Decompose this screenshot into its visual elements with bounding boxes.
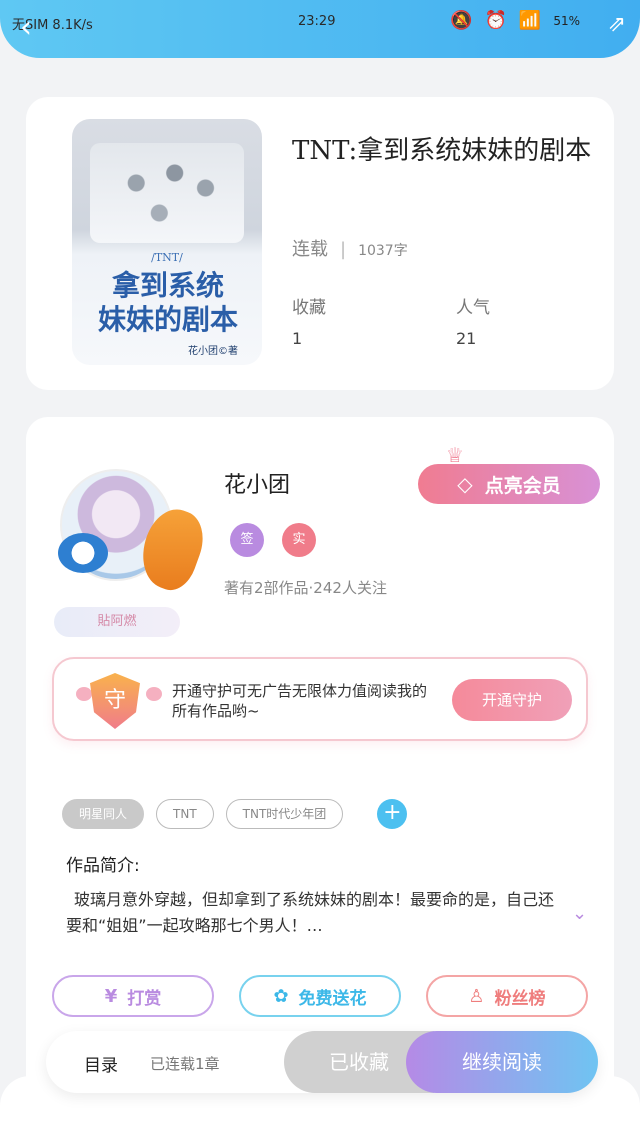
word-count: 1037字 [358,243,408,259]
cover-author: 花小团©著 [188,346,238,357]
tags-row: 明星同人 TNT TNT时代少年团 + [62,799,408,829]
chapter-count: 已连载1章 [150,1055,220,1073]
signed-badge: 签 [230,523,264,557]
open-guard-button[interactable]: 开通守护 [452,679,572,721]
diamond-icon: ◇ [457,472,473,496]
author-card: 貼阿燃 花小团 ♕ ◇ 点亮会员 签 实 著有2部作品·242人关注 守 开通守… [26,417,614,1117]
intro-text: 玻璃月意外穿越，但却拿到了系统妹妹的剧本！最要命的是，自己还要和“姐姐”一起攻略… [66,890,555,935]
collect-label: 收藏 [292,298,326,318]
author-name[interactable]: 花小团 [224,467,290,499]
back-button[interactable]: ‹ [20,10,32,45]
yen-icon: ¥ [104,985,118,1007]
cover-title: 拿到系统 妹妹的剧本 [97,269,238,336]
wifi-icon: 📶 [518,10,542,31]
mute-icon: 🔕 [450,10,473,31]
verified-badge: 实 [282,523,316,557]
tag-chip[interactable]: TNT [156,799,214,829]
clock: 23:29 [298,14,336,29]
book-status: 连载 [292,239,328,260]
status-icons: 🔕 ⏰ 📶 51% [450,10,580,31]
user-icon: ♙ [468,985,485,1007]
collect-value: 1 [292,329,303,348]
author-stats: 著有2部作品·242人关注 [224,579,387,597]
avatar[interactable] [58,469,212,597]
bottom-bar: 目录 已连载1章 已收藏 继续阅读 [46,1031,598,1093]
send-flower-button[interactable]: ✿ 免费送花 [239,975,401,1017]
alarm-icon: ⏰ [484,10,507,31]
wave-decoration [58,533,108,573]
book-meta: 连载 | 1037字 [292,239,408,260]
guard-text: 开通守护可无广告无限体力值阅读我的所有作品哟~ [172,682,428,720]
chevron-down-icon[interactable]: ⌄ [572,903,587,924]
cover-image [90,143,244,243]
action-row: ¥ 打赏 ✿ 免费送花 ♙ 粉丝榜 [52,975,588,1017]
popularity-value: 21 [456,329,477,348]
wing-icon [146,687,162,701]
fans-rank-button[interactable]: ♙ 粉丝榜 [426,975,588,1017]
continue-reading-button[interactable]: 继续阅读 [406,1031,598,1093]
add-tag-button[interactable]: + [377,799,408,829]
wing-icon [76,687,92,701]
toc-button[interactable]: 目录 [84,1051,118,1076]
book-title: TNT:拿到系统妹妹的剧本 [292,136,592,166]
tag-chip[interactable]: 明星同人 [62,799,145,829]
share-icon[interactable]: ⇗ [608,12,626,37]
popularity-label: 人气 [456,298,490,318]
vip-button[interactable]: ◇ 点亮会员 [418,464,600,504]
book-info-card: /TNT/ 拿到系统 妹妹的剧本 花小团©著 TNT:拿到系统妹妹的剧本 连载 |… [26,97,614,390]
flower-icon: ✿ [273,985,289,1007]
book-cover[interactable]: /TNT/ 拿到系统 妹妹的剧本 花小团©著 [72,119,262,365]
status-bar: 无SIM 8.1K/s ‹ 23:29 🔕 ⏰ 📶 51% ⇗ [0,0,640,58]
koi-decoration [132,501,212,597]
guard-banner: 守 开通守护可无广告无限体力值阅读我的所有作品哟~ 开通守护 [52,657,588,741]
shield-icon: 守 [90,673,140,729]
fan-badge[interactable]: 貼阿燃 [54,607,180,637]
battery-text: 51% [553,13,580,28]
tip-button[interactable]: ¥ 打赏 [52,975,214,1017]
tag-chip[interactable]: TNT时代少年团 [225,799,344,829]
cover-tag: /TNT/ [151,251,183,264]
intro-title: 作品简介: [66,856,140,876]
